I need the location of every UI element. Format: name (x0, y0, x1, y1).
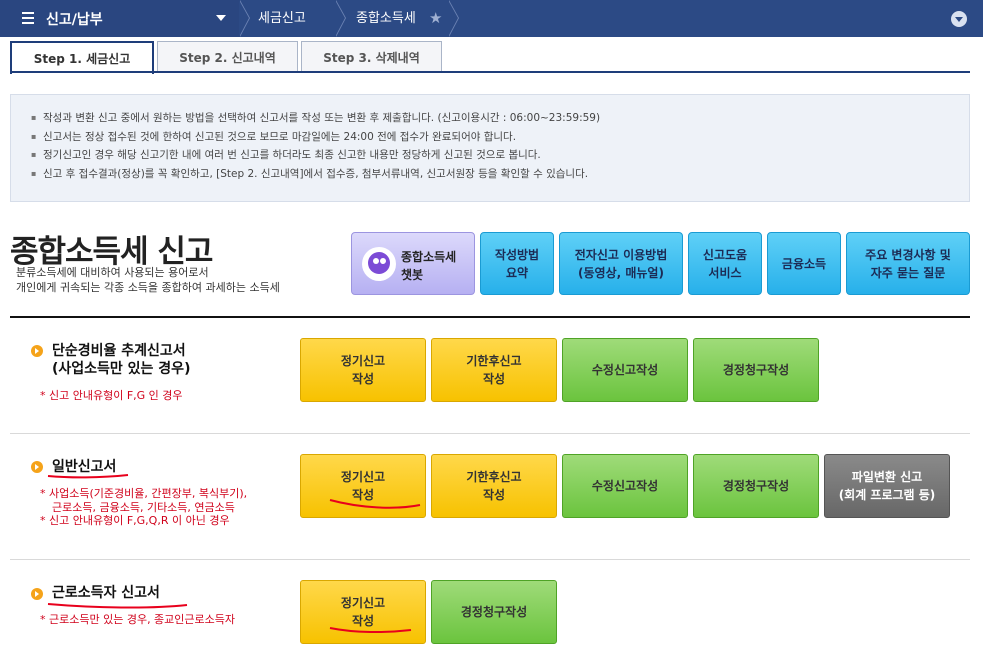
expand-circle-icon[interactable] (951, 11, 967, 27)
general-amend-button[interactable]: 수정신고작성 (562, 454, 688, 518)
tab-step2[interactable]: Step 2. 신고내역 (157, 41, 298, 72)
notice-item: 정기신고인 경우 해당 신고기한 내에 여러 번 신고를 하더라도 최종 신고한… (31, 146, 949, 165)
bullet-icon (31, 461, 43, 473)
filing-help-button[interactable]: 신고도움 서비스 (688, 232, 762, 295)
worker-report-note: * 근로소득만 있는 경우, 종교인근로소득자 (40, 613, 236, 626)
notice-box: 작성과 변환 신고 중에서 원하는 방법을 선택하여 신고서를 작성 또는 변환… (10, 94, 970, 202)
simple-regular-filing-button[interactable]: 정기신고 작성 (300, 338, 426, 402)
notice-item: 작성과 변환 신고 중에서 원하는 방법을 선택하여 신고서를 작성 또는 변환… (31, 109, 949, 128)
caret-down-icon (216, 15, 226, 21)
menu-title: 신고/납부 (46, 12, 103, 28)
breadcrumb-separator (239, 0, 250, 37)
general-late-filing-button[interactable]: 기한후신고 작성 (431, 454, 557, 518)
row-divider (10, 433, 970, 434)
star-icon[interactable]: ★ (429, 9, 442, 27)
writing-guide-button[interactable]: 작성방법 요약 (480, 232, 554, 295)
section-divider (10, 316, 970, 318)
simple-report-title: 단순경비율 추계신고서 (사업소득만 있는 경우) (52, 343, 191, 377)
simple-claim-button[interactable]: 경정청구작성 (693, 338, 819, 402)
menu-dropdown-button[interactable]: 신고/납부 (0, 0, 240, 37)
breadcrumb-separator (335, 0, 346, 37)
general-regular-filing-button[interactable]: 정기신고 작성 (300, 454, 426, 518)
page-title: 종합소득세 신고 (10, 234, 213, 270)
notice-item: 신고서는 정상 접수된 것에 한하여 신고된 것으로 보므로 마감일에는 24:… (31, 128, 949, 147)
worker-regular-filing-button[interactable]: 정기신고 작성 (300, 580, 426, 644)
simple-amend-button[interactable]: 수정신고작성 (562, 338, 688, 402)
breadcrumb-tax-filing[interactable]: 세금신고 (258, 0, 306, 37)
financial-income-button[interactable]: 금융소득 (767, 232, 841, 295)
file-conversion-button[interactable]: 파일변환 신고 (회계 프로그램 등) (824, 454, 950, 518)
hamburger-icon (22, 12, 34, 24)
tab-step3[interactable]: Step 3. 삭제내역 (301, 41, 442, 72)
how-to-use-button[interactable]: 전자신고 이용방법 (동영상, 매뉴얼) (559, 232, 683, 295)
breadcrumb-income-tax[interactable]: 종합소득세 (356, 0, 416, 37)
row-divider (10, 559, 970, 560)
general-report-title: 일반신고서 (52, 459, 117, 475)
chatbot-icon (362, 247, 396, 281)
tab-step1[interactable]: Step 1. 세금신고 (10, 41, 154, 74)
tab-underline (10, 71, 970, 73)
faq-button[interactable]: 주요 변경사항 및 자주 묻는 질문 (846, 232, 970, 295)
worker-report-title: 근로소득자 신고서 (52, 585, 160, 601)
general-report-note: * 사업소득(기준경비율, 간편장부, 복식부기), 근로소득, 금융소득, 기… (40, 487, 248, 527)
simple-report-note: * 신고 안내유형이 F,G 인 경우 (40, 389, 183, 402)
bullet-icon (31, 588, 43, 600)
general-claim-button[interactable]: 경정청구작성 (693, 454, 819, 518)
bullet-icon (31, 345, 43, 357)
chatbot-button[interactable]: 종합소득세 챗봇 (351, 232, 475, 295)
simple-late-filing-button[interactable]: 기한후신고 작성 (431, 338, 557, 402)
worker-claim-button[interactable]: 경정청구작성 (431, 580, 557, 644)
page-description: 분류소득세에 대비하여 사용되는 용어로서 개인에게 귀속되는 각종 소득을 종… (16, 266, 280, 294)
notice-item: 신고 후 접수결과(정상)를 꼭 확인하고, [Step 2. 신고내역]에서 … (31, 165, 949, 184)
top-navigation-bar: 신고/납부 세금신고 종합소득세 ★ (0, 0, 983, 37)
breadcrumb-separator (448, 0, 459, 37)
